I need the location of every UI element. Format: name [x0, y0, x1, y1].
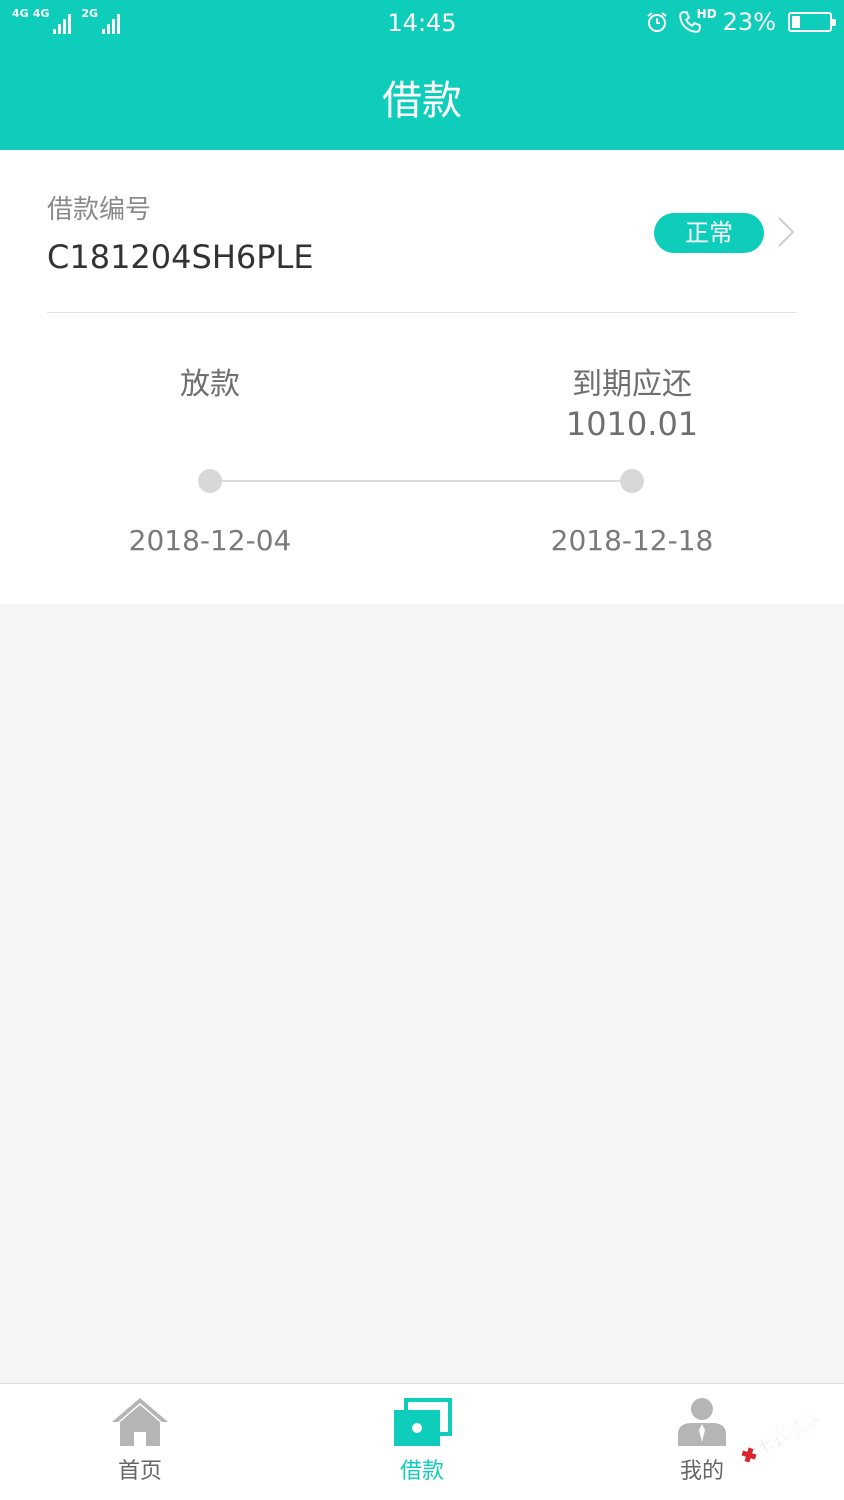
watermark-logo: 卡农社区 — [741, 1412, 826, 1463]
status-bar: 4G 4G 2G 14:45 HD 23% — [0, 0, 844, 46]
tab-loan[interactable]: 借款 — [342, 1384, 502, 1500]
timeline-start-dot — [198, 469, 222, 493]
due-date: 2018-12-18 — [550, 524, 714, 557]
loan-number: C181204SH6PLE — [47, 238, 314, 276]
page-title: 借款 — [382, 78, 462, 124]
timeline-end-dot — [620, 469, 644, 493]
loan-number-label: 借款编号 — [47, 195, 152, 225]
chevron-right-icon[interactable] — [771, 212, 801, 252]
header: 4G 4G 2G 14:45 HD 23% 借款 — [0, 0, 844, 150]
bottom-tabbar: 首页 借款 我的 — [0, 1383, 844, 1500]
svg-text:卡农社区: 卡农社区 — [751, 1412, 825, 1460]
battery-percent: 23% — [722, 8, 776, 36]
disbursement-label: 放款 — [180, 367, 240, 402]
timeline-line — [210, 480, 632, 482]
battery-icon — [788, 12, 836, 32]
disbursement-date: 2018-12-04 — [128, 524, 292, 557]
due-amount: 1010.01 — [565, 405, 699, 443]
hd-badge: HD — [696, 7, 717, 21]
tab-loan-label: 借款 — [399, 1459, 444, 1484]
loan-card-icon — [394, 1398, 452, 1446]
home-icon — [112, 1398, 168, 1446]
loan-card[interactable]: 借款编号 C181204SH6PLE 正常 放款 到期应还 1010.01 20… — [0, 150, 844, 604]
tab-home[interactable]: 首页 — [60, 1384, 220, 1500]
tab-home-label: 首页 — [117, 1459, 162, 1484]
status-badge: 正常 — [654, 213, 764, 253]
status-right: HD 23% — [645, 7, 836, 36]
due-label: 到期应还 — [572, 367, 692, 402]
hd-call-icon: HD — [677, 7, 717, 35]
battery-level — [792, 16, 800, 28]
user-icon — [678, 1398, 726, 1446]
alarm-icon — [647, 12, 667, 32]
divider — [47, 312, 797, 313]
